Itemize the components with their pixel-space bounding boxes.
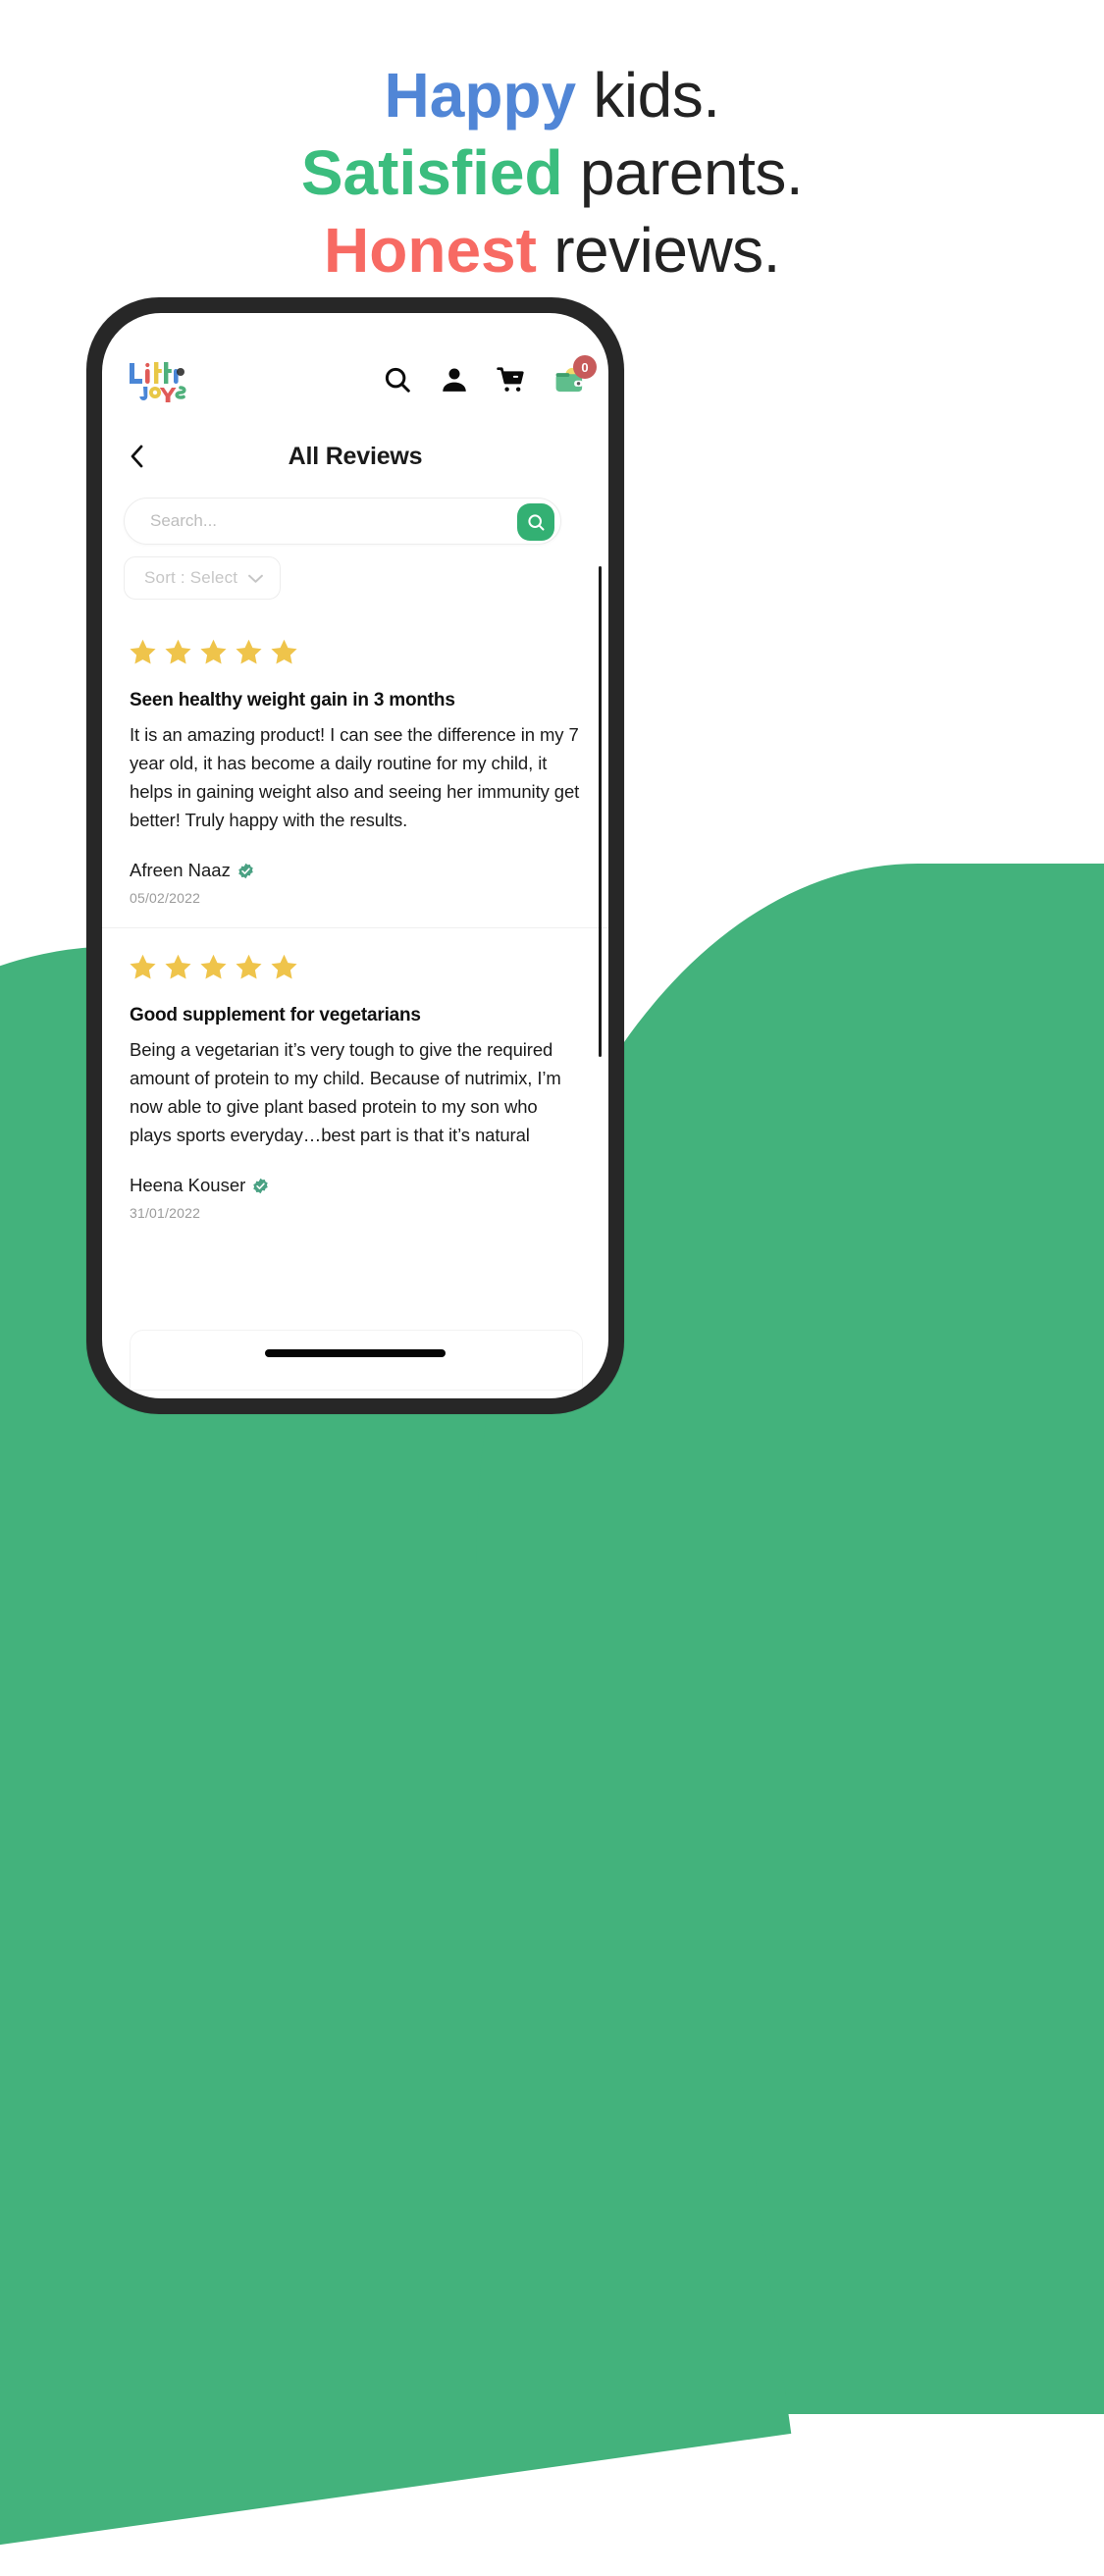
marketing-headline: Happy kids. Satisfied parents. Honest re… (0, 57, 1104, 289)
next-review-card-partial (130, 1330, 583, 1391)
review-date: 05/02/2022 (130, 890, 201, 906)
review-body: Being a vegetarian it’s very tough to gi… (130, 1039, 561, 1145)
review-author: Afreen Naaz (130, 860, 581, 881)
rating-stars (130, 954, 581, 979)
review-title: Good supplement for vegetarians (130, 1005, 421, 1025)
star-icon (271, 954, 297, 979)
little-joys-logo[interactable] (126, 357, 192, 402)
phone-screen: 0 All Reviews Sort : Select (102, 313, 608, 1398)
vertical-scrollbar[interactable] (599, 566, 602, 1057)
verified-badge-icon (253, 1178, 269, 1193)
star-icon (165, 954, 191, 979)
review-author-name: Heena Kouser (130, 1175, 246, 1195)
review-author: Heena Kouser (130, 1175, 581, 1196)
verified-badge-icon (238, 863, 253, 878)
page-title: All Reviews (288, 442, 423, 470)
star-icon (271, 639, 297, 664)
chevron-down-icon (248, 574, 264, 583)
home-indicator (265, 1349, 446, 1357)
headline-line-1: Happy kids. (0, 57, 1104, 134)
headline-plain-reviews: reviews. (536, 215, 780, 286)
search-field-wrapper[interactable] (124, 498, 561, 545)
star-icon (130, 954, 156, 979)
headline-line-2: Satisfied parents. (0, 134, 1104, 212)
headline-accent-satisfied: Satisfied (300, 137, 563, 208)
headline-line-3: Honest reviews. (0, 212, 1104, 289)
search-icon[interactable] (383, 365, 412, 394)
page-header: All Reviews (102, 429, 608, 484)
star-icon (200, 954, 227, 979)
review-author-name: Afreen Naaz (130, 860, 231, 880)
navbar-icon-group: 0 (383, 355, 597, 394)
review-body: It is an amazing product! I can see the … (130, 724, 580, 830)
headline-plain-parents: parents. (562, 137, 804, 208)
headline-accent-honest: Honest (324, 215, 537, 286)
star-icon (130, 639, 156, 664)
review-title: Seen healthy weight gain in 3 months (130, 690, 455, 710)
wallet-icon[interactable]: 0 (553, 355, 597, 394)
search-input[interactable] (148, 510, 476, 532)
phone-mockup: 0 All Reviews Sort : Select (86, 297, 624, 1414)
review-card: Good supplement for vegetarians Being a … (102, 927, 608, 1242)
reviews-list: Seen healthy weight gain in 3 months It … (102, 613, 608, 1242)
sort-dropdown[interactable]: Sort : Select (124, 556, 282, 600)
star-icon (236, 954, 262, 979)
search-icon (527, 513, 545, 531)
headline-accent-happy: Happy (384, 60, 577, 131)
search-submit-button[interactable] (517, 503, 554, 541)
sort-row: Sort : Select (102, 551, 608, 605)
wallet-badge-count: 0 (573, 355, 597, 379)
user-icon[interactable] (440, 365, 469, 394)
star-icon (236, 639, 262, 664)
star-icon (165, 639, 191, 664)
search-row (102, 492, 608, 551)
review-card: Seen healthy weight gain in 3 months It … (102, 613, 608, 927)
headline-plain-kids: kids. (576, 60, 720, 131)
app-navbar: 0 (102, 348, 608, 411)
rating-stars (130, 639, 581, 664)
review-date: 31/01/2022 (130, 1205, 201, 1221)
star-icon (200, 639, 227, 664)
sort-dropdown-label: Sort : Select (144, 568, 238, 587)
cart-icon[interactable] (497, 365, 526, 394)
